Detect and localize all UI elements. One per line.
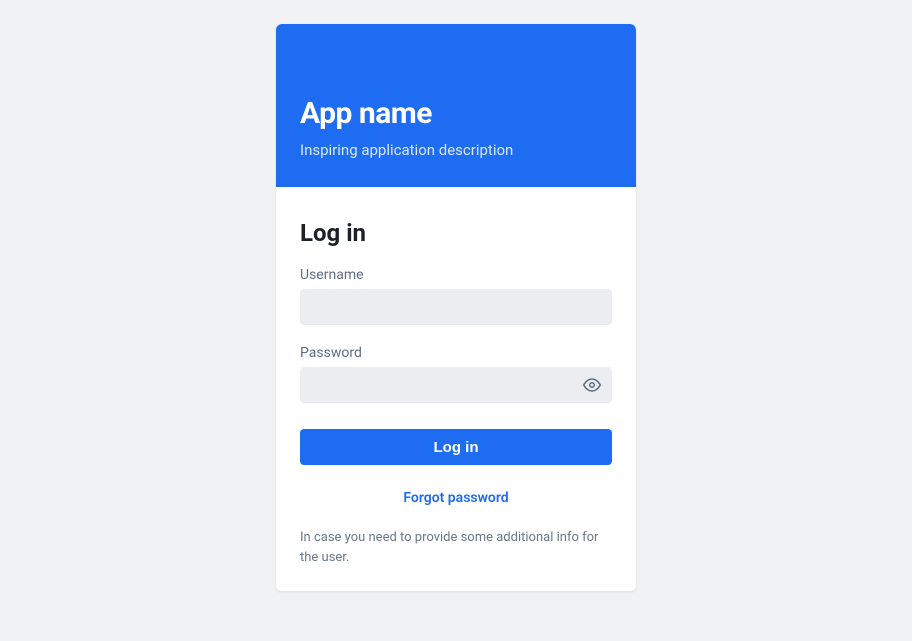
username-label: Username xyxy=(300,267,612,283)
eye-icon xyxy=(583,376,601,394)
card-body: Log in Username Password xyxy=(276,187,636,591)
app-title: App name xyxy=(300,96,612,131)
password-field: Password xyxy=(300,345,612,403)
app-subtitle: Inspiring application description xyxy=(300,141,612,159)
password-input[interactable] xyxy=(300,367,612,403)
password-label: Password xyxy=(300,345,612,361)
password-input-wrap xyxy=(300,367,612,403)
login-card: App name Inspiring application descripti… xyxy=(276,24,636,591)
helper-text: In case you need to provide some additio… xyxy=(300,528,612,567)
card-header: App name Inspiring application descripti… xyxy=(276,24,636,187)
toggle-password-visibility-button[interactable] xyxy=(578,371,606,399)
username-field: Username xyxy=(300,267,612,325)
form-title: Log in xyxy=(300,219,612,247)
login-button[interactable]: Log in xyxy=(300,429,612,465)
forgot-password-link[interactable]: Forgot password xyxy=(403,490,508,506)
username-input[interactable] xyxy=(300,289,612,325)
username-input-wrap xyxy=(300,289,612,325)
forgot-password-row: Forgot password xyxy=(300,487,612,506)
